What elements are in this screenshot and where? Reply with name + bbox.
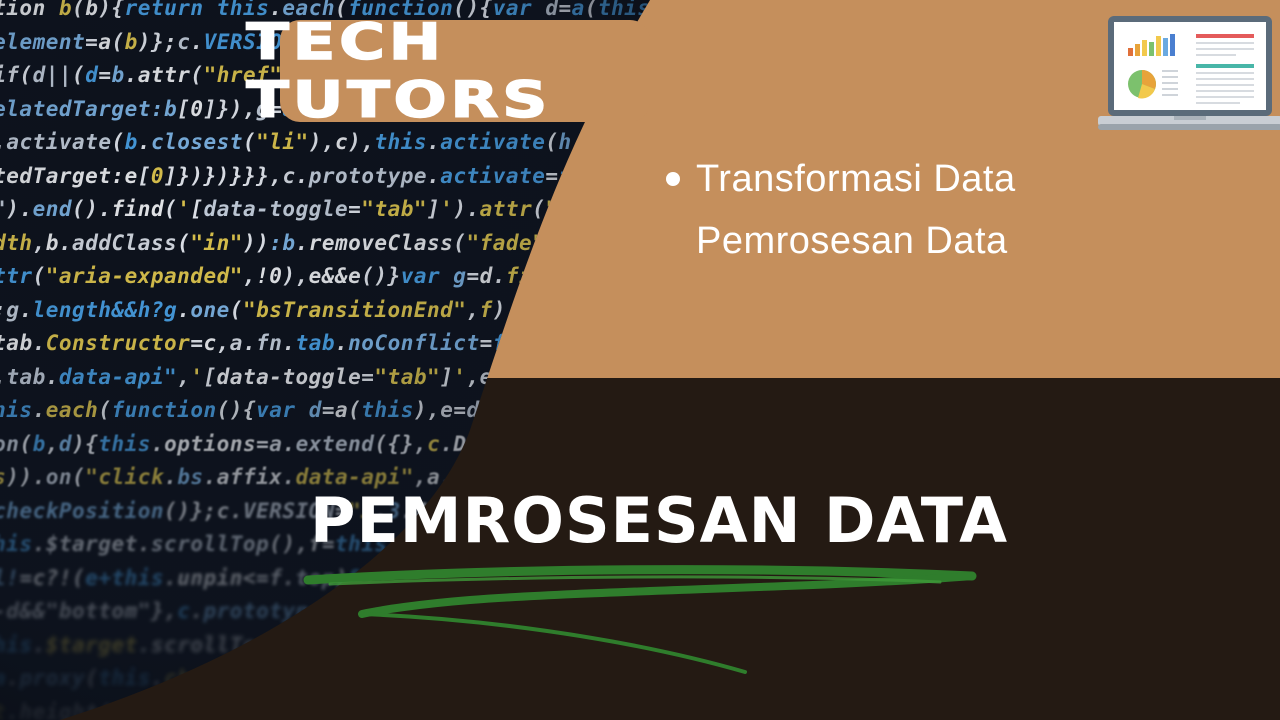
list-item: Transformasi Data xyxy=(664,148,1016,210)
topic-list: Transformasi Data Pemrosesan Data xyxy=(664,148,1016,272)
bullet-icon xyxy=(666,172,680,186)
laptop-dashboard-icon xyxy=(1098,16,1280,130)
main-title: PEMROSESAN DATA xyxy=(310,484,1009,557)
brand-title: TECH TUTORS xyxy=(245,12,552,130)
brand-banner: TECH TUTORS xyxy=(245,12,650,130)
list-item-line: Pemrosesan Data xyxy=(696,220,1008,262)
slide: ction b(b){return this.each(function(){v… xyxy=(0,0,1280,720)
list-item-line: Transformasi Data xyxy=(696,158,1016,200)
list-item-continuation: Pemrosesan Data xyxy=(664,210,1016,272)
